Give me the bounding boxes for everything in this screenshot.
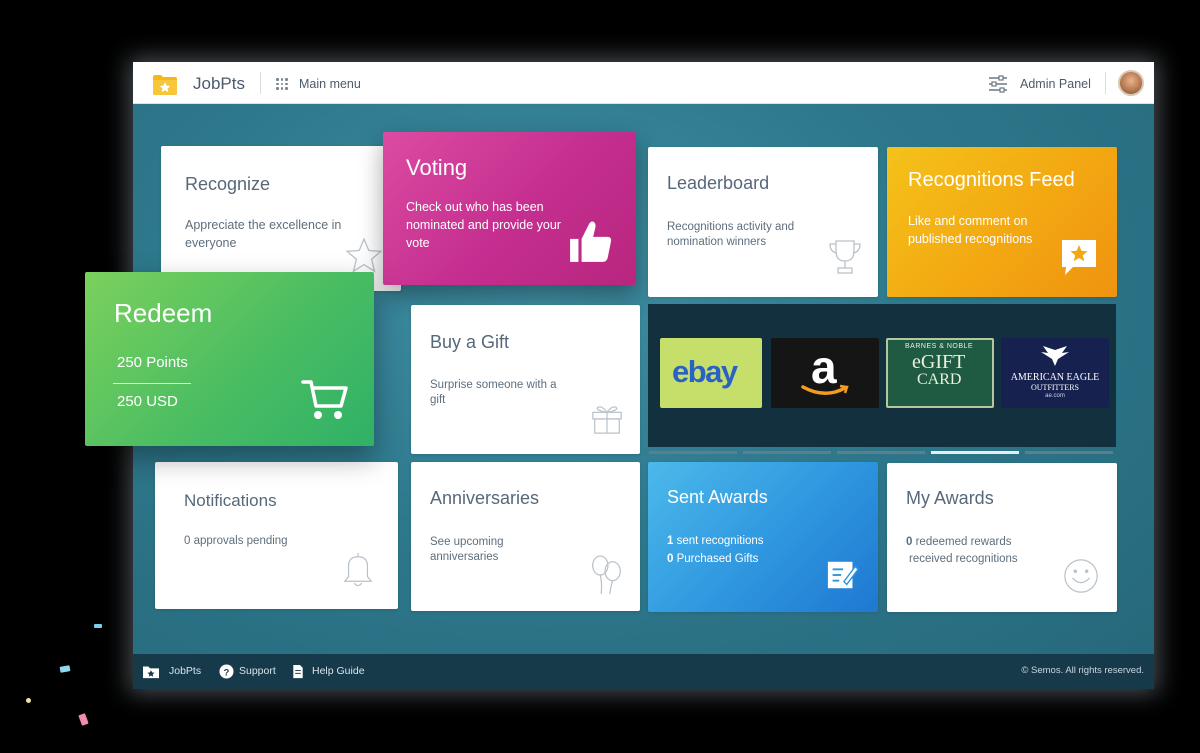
carousel-dot[interactable] — [743, 451, 831, 454]
confetti — [26, 698, 31, 703]
redeem-title: Redeem — [114, 298, 213, 328]
amazon-gift-card[interactable]: a — [771, 338, 879, 408]
barnes-noble-gift-card[interactable]: BARNES & NOBLE eGIFT CARD — [886, 338, 994, 408]
jobpts-footer-logo-icon[interactable] — [142, 663, 160, 679]
leaderboard-tile[interactable]: Leaderboard Recognitions activity and no… — [648, 147, 878, 297]
leaderboard-description: Recognitions activity and nomination win… — [667, 221, 795, 248]
anniversaries-title: Anniversaries — [430, 488, 540, 508]
carousel-dot[interactable] — [1025, 451, 1113, 454]
buy-gift-tile[interactable]: Buy a Gift Surprise someone with a gift — [411, 305, 640, 454]
user-avatar[interactable] — [1118, 70, 1144, 96]
my-awards-tile[interactable]: My Awards 0 redeemed rewards received re… — [887, 463, 1117, 612]
redeem-tile[interactable]: Redeem 250 Points 250 USD — [85, 272, 374, 446]
voting-description: Check out who has been nominated and pro… — [406, 200, 561, 250]
help-guide-link[interactable]: Help Guide — [312, 665, 365, 677]
balloons-icon — [592, 555, 621, 595]
redeem-divider — [113, 383, 191, 384]
confetti — [59, 665, 71, 673]
app-window: JobPts Main menu Admin Panel Recognize A… — [85, 62, 1154, 689]
anniversaries-description: See upcoming anniversaries — [430, 536, 504, 563]
redeem-usd: 250 USD — [117, 393, 178, 410]
svg-text:?: ? — [224, 667, 230, 677]
footer-brand[interactable]: JobPts — [169, 665, 201, 677]
document-icon[interactable] — [292, 664, 304, 679]
ebay-gift-card[interactable]: ebay — [660, 338, 762, 408]
edit-note-icon — [827, 561, 860, 589]
carousel-dot-active[interactable] — [931, 451, 1019, 454]
recognitions-feed-tile[interactable]: Recognitions Feed Like and comment on pu… — [887, 147, 1117, 297]
jobpts-logo-icon[interactable] — [151, 71, 179, 97]
ae-outfitters: OUTFITTERS — [1031, 383, 1079, 392]
admin-panel-button[interactable]: Admin Panel — [1020, 77, 1091, 91]
divider — [260, 72, 261, 94]
notifications-description: 0 approvals pending — [184, 535, 288, 547]
recognitions-feed-title: Recognitions Feed — [908, 169, 1075, 191]
bell-icon — [343, 552, 373, 587]
received-recognitions-line: received recognitions — [909, 553, 1018, 565]
smiley-icon — [1064, 559, 1098, 593]
gift-box-icon — [592, 406, 622, 434]
bn-brand: BARNES & NOBLE — [905, 343, 974, 350]
shopping-cart-icon — [301, 380, 348, 419]
question-circle-icon[interactable]: ? — [219, 664, 234, 679]
top-bar: JobPts Main menu Admin Panel — [133, 62, 1154, 104]
carousel-dot[interactable] — [837, 451, 925, 454]
sent-awards-title: Sent Awards — [667, 487, 768, 507]
redeem-points: 250 Points — [117, 354, 188, 371]
my-awards-title: My Awards — [906, 488, 994, 508]
carousel-dot[interactable] — [649, 451, 737, 454]
ae-name: AMERICAN EAGLE — [1010, 372, 1100, 383]
leaderboard-title: Leaderboard — [667, 173, 770, 193]
eagle-logo-icon — [1041, 346, 1069, 366]
sent-awards-tile[interactable]: Sent Awards 1 sent recognitions 0 Purcha… — [648, 462, 878, 612]
sent-recognitions-line: 1 sent recognitions — [667, 534, 764, 549]
recognize-description: Appreciate the excellence in everyone — [185, 218, 342, 250]
notifications-title: Notifications — [184, 491, 277, 510]
anniversaries-tile[interactable]: Anniversaries See upcoming anniversaries — [411, 462, 640, 611]
redeemed-rewards-line: 0 redeemed rewards — [906, 535, 1011, 550]
thumbs-up-icon — [570, 221, 612, 262]
comment-star-icon — [1062, 240, 1096, 275]
main-menu-button[interactable]: Main menu — [299, 77, 361, 91]
amazon-smile-icon — [801, 384, 849, 395]
trophy-icon — [829, 240, 861, 274]
american-eagle-gift-card[interactable]: AMERICAN EAGLE OUTFITTERS ae.com — [1001, 338, 1109, 408]
grid-menu-icon[interactable] — [276, 78, 288, 90]
confetti — [78, 713, 89, 726]
bn-card: CARD — [917, 371, 962, 388]
support-link[interactable]: Support — [239, 665, 276, 677]
gift-cards-carousel[interactable]: ebay a BARNES & NOBLE eGIFT CARD AMERICA… — [648, 304, 1116, 447]
star-icon — [345, 237, 383, 273]
voting-tile[interactable]: Voting Check out who has been nominated … — [383, 132, 636, 285]
redeemed-rewards-label: redeemed rewards — [912, 536, 1012, 548]
recognize-title: Recognize — [185, 174, 271, 194]
buy-gift-description: Surprise someone with a gift — [430, 379, 557, 406]
sliders-icon[interactable] — [988, 75, 1008, 93]
divider — [1105, 72, 1106, 94]
ae-url: ae.com — [1045, 393, 1065, 399]
buy-gift-title: Buy a Gift — [430, 332, 510, 352]
voting-title: Voting — [406, 155, 468, 180]
notifications-tile[interactable]: Notifications 0 approvals pending — [155, 462, 398, 609]
brand-name[interactable]: JobPts — [193, 74, 245, 94]
ebay-logo: ebay — [672, 354, 738, 389]
purchased-gifts-line: 0 Purchased Gifts — [667, 552, 758, 567]
copyright: © Semos. All rights reserved. — [1021, 665, 1144, 676]
carousel-indicators — [649, 451, 1117, 454]
purchased-gifts-label: Purchased Gifts — [673, 553, 759, 565]
confetti — [94, 624, 102, 628]
recognitions-feed-description: Like and comment on published recognitio… — [908, 214, 1033, 246]
footer-bar: JobPts ? Support Help Guide © Semos. All… — [133, 654, 1154, 689]
recognize-tile[interactable]: Recognize Appreciate the excellence in e… — [161, 146, 401, 291]
stage: JobPts Main menu Admin Panel Recognize A… — [0, 0, 1200, 753]
sent-recognitions-label: sent recognitions — [673, 535, 764, 547]
